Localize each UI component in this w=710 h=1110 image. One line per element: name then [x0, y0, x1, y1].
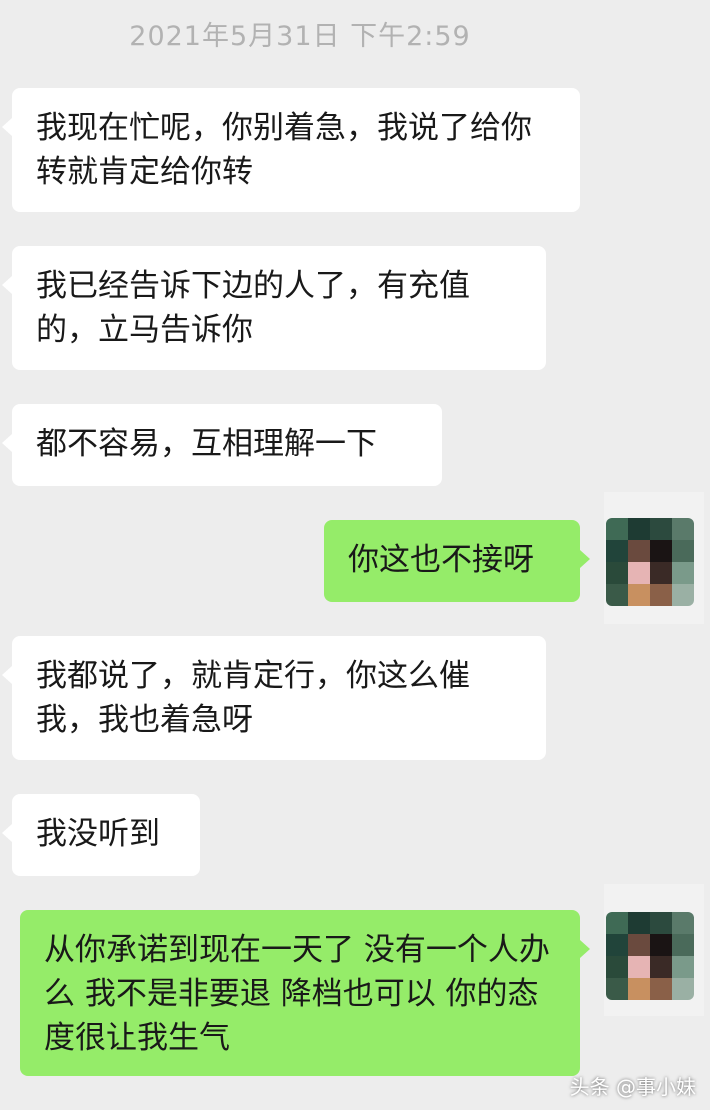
- message-bubble-incoming[interactable]: 我已经告诉下边的人了，有充值的，立马告诉你: [2, 246, 546, 370]
- message-bubble-incoming[interactable]: 我现在忙呢，你别着急，我说了给你转就肯定给你转: [2, 88, 580, 212]
- message-text: 你这也不接呀: [348, 542, 534, 578]
- message-bubble-outgoing[interactable]: 你这也不接呀: [324, 520, 590, 602]
- chat-timestamp: 2021年5月31日 下午2:59: [129, 21, 471, 52]
- message-bubble-incoming[interactable]: 我都说了，就肯定行，你这么催我，我也着急呀: [2, 636, 546, 760]
- message-bubble-incoming[interactable]: 我没听到: [2, 794, 200, 876]
- message-text: 我没听到: [36, 816, 160, 852]
- message-bubble-outgoing[interactable]: 从你承诺到现在一天了 没有一个人办么 我不是非要退 降档也可以 你的态度很让我生…: [20, 910, 590, 1076]
- watermark: 头条 @事小妹: [569, 1075, 696, 1099]
- user-avatar-icon[interactable]: [606, 912, 694, 1000]
- message-text: 我都说了，就肯定行，你这么催我，我也着急呀: [36, 658, 470, 738]
- message-text: 我已经告诉下边的人了，有充值的，立马告诉你: [36, 268, 470, 348]
- user-avatar-icon[interactable]: [606, 518, 694, 606]
- message-text: 我现在忙呢，你别着急，我说了给你转就肯定给你转: [36, 110, 532, 190]
- message-text: 都不容易，互相理解一下: [36, 426, 377, 462]
- message-text: 从你承诺到现在一天了 没有一个人办么 我不是非要退 降档也可以 你的态度很让我生…: [44, 932, 550, 1056]
- message-bubble-incoming[interactable]: 都不容易，互相理解一下: [2, 404, 442, 486]
